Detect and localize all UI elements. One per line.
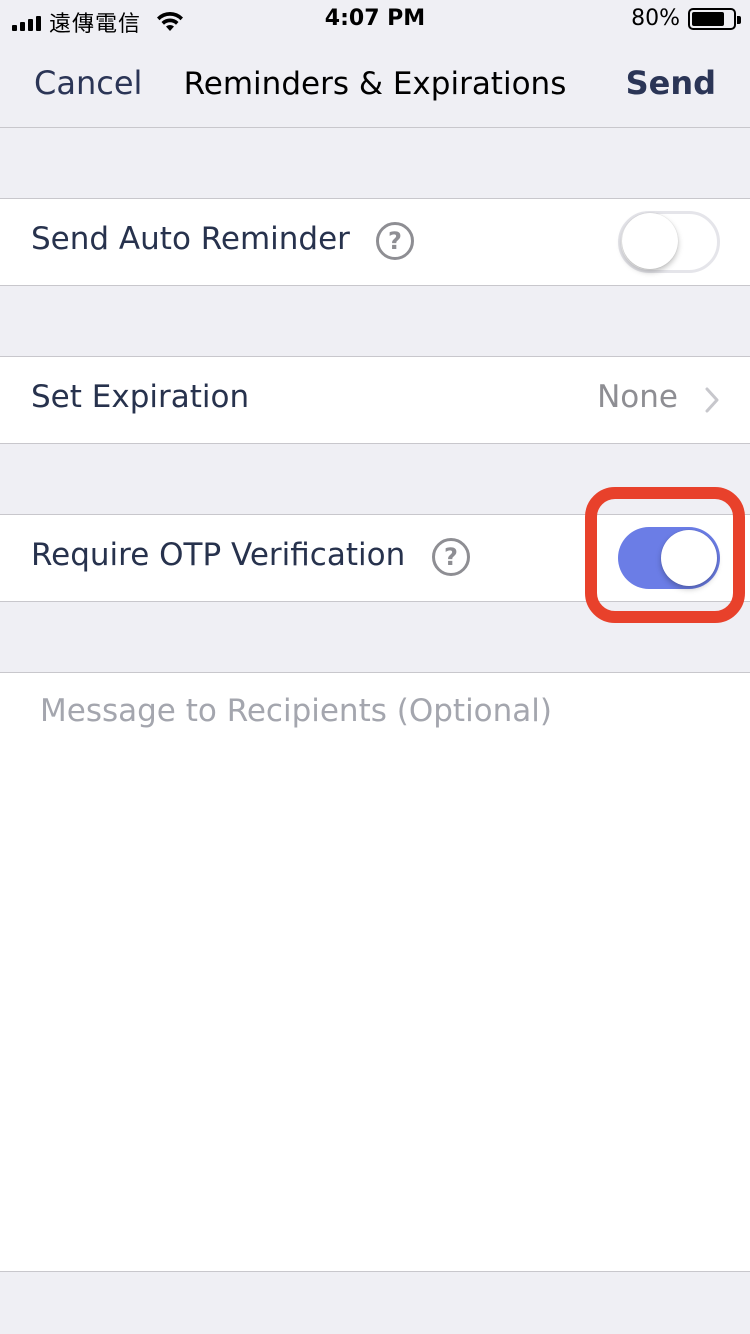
message-area — [0, 672, 750, 1272]
nav-bar: Cancel Reminders & Expirations Send — [0, 40, 750, 128]
status-bar: 遠傳電信 4:07 PM 80% — [0, 0, 750, 40]
chevron-right-icon — [705, 387, 719, 413]
status-right: 80% — [631, 6, 741, 31]
otp-verification-label: Require OTP Verification — [31, 537, 406, 573]
auto-reminder-row: Send Auto Reminder ? — [0, 198, 750, 286]
battery-icon — [688, 7, 741, 30]
auto-reminder-toggle[interactable] — [618, 211, 720, 273]
send-button[interactable]: Send — [626, 64, 716, 102]
expiration-value: None — [597, 379, 678, 415]
toggle-knob — [622, 213, 678, 269]
battery-percent: 80% — [631, 6, 680, 31]
auto-reminder-label: Send Auto Reminder — [31, 221, 350, 257]
help-icon[interactable]: ? — [376, 222, 414, 260]
message-input[interactable] — [38, 691, 722, 1255]
set-expiration-label: Set Expiration — [31, 379, 250, 415]
help-icon[interactable]: ? — [432, 538, 470, 576]
highlight-annotation — [585, 487, 745, 623]
set-expiration-row[interactable]: Set Expiration None — [0, 356, 750, 444]
battery-level — [692, 11, 724, 26]
